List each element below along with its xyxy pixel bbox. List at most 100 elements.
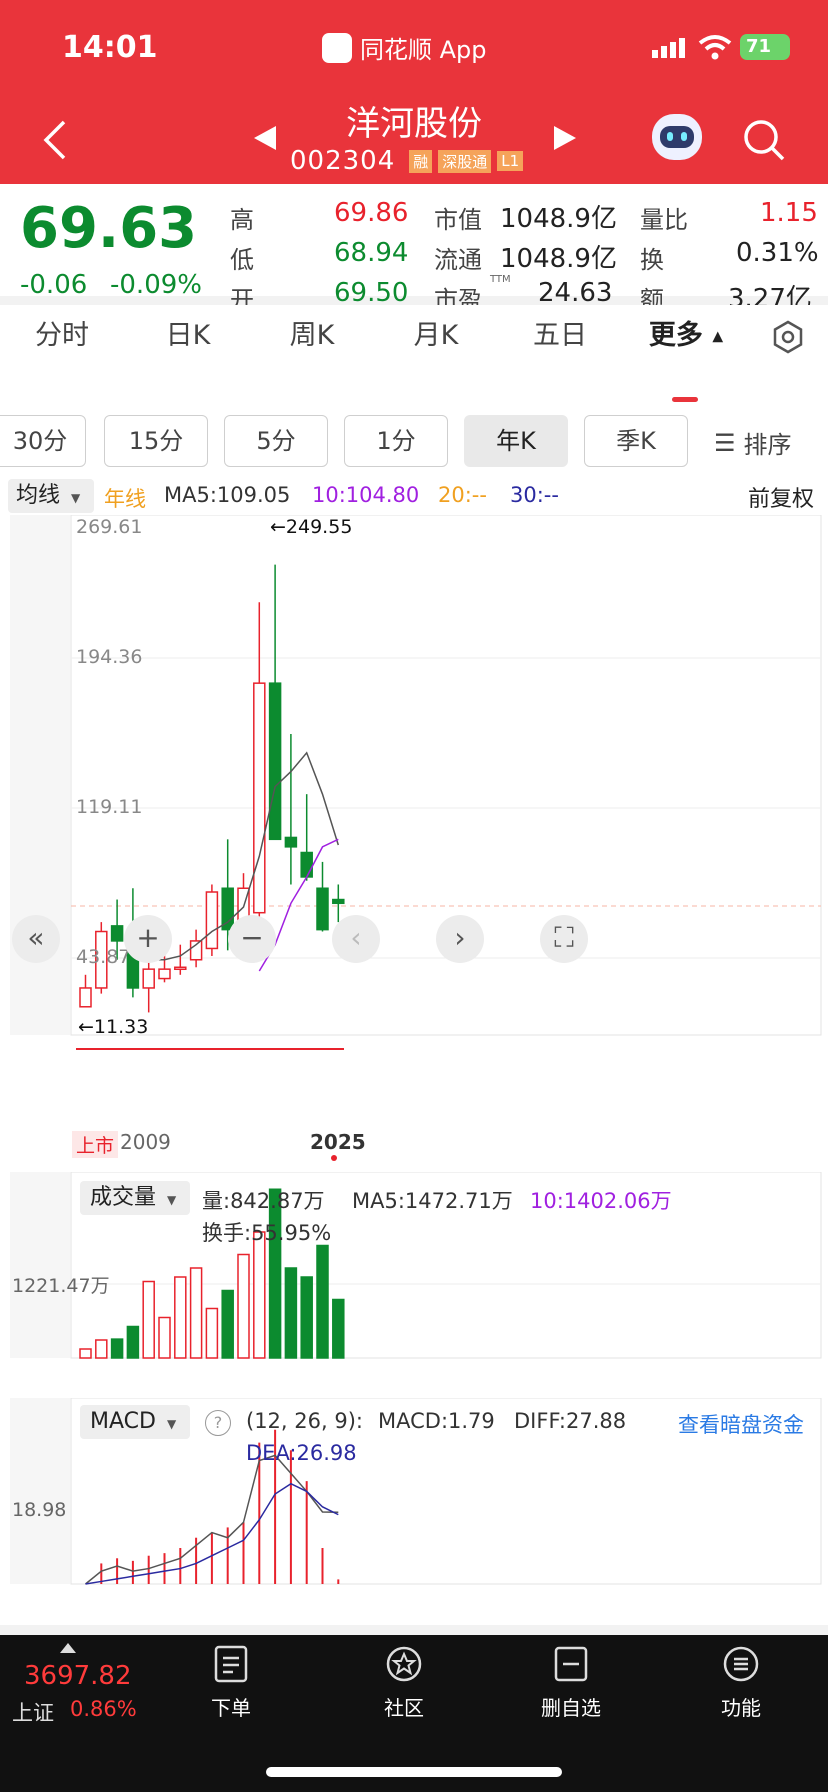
price-change: -0.06	[20, 270, 88, 300]
search-icon[interactable]	[742, 118, 786, 162]
kline-candle-2014	[158, 968, 171, 980]
index-arrow-icon	[60, 1643, 76, 1653]
mcap-value: 1048.9亿	[500, 204, 617, 234]
period-quarterly-k[interactable]: 季K	[584, 415, 688, 467]
indicator-type-label: 均线	[16, 483, 61, 508]
index-pct: 0.86%	[70, 1697, 137, 1721]
kline-y-label-4: 43.87	[76, 946, 130, 968]
tab-monthly-k[interactable]: 月K	[394, 305, 478, 367]
dropdown-icon: ▼	[71, 491, 81, 505]
period-tabs: 分时 日K 周K 月K 五日 更多 ▲ 30分 15分 5分 1分 年K 季K …	[0, 305, 828, 475]
ma10-value: 10:104.80	[312, 483, 420, 507]
kline-chart[interactable]: 269.61 194.36 119.11 43.87 ←249.55 ←11.3…	[0, 515, 828, 1075]
dark-pool-link[interactable]: 查看暗盘资金	[678, 1409, 804, 1439]
period-yearly-k[interactable]: 年K	[464, 415, 568, 467]
volume-type-select[interactable]: 成交量 ▼	[80, 1181, 190, 1215]
indicator-type-select[interactable]: 均线 ▼	[8, 479, 94, 513]
app-badge: 同花顺 App	[322, 30, 487, 65]
nav-functions-label: 功能	[721, 1696, 761, 1720]
volume-bar-2011	[110, 1338, 124, 1359]
tab-daily-k[interactable]: 日K	[146, 305, 230, 367]
next-stock-icon[interactable]	[552, 124, 578, 152]
macd-type-select[interactable]: MACD ▼	[80, 1405, 190, 1439]
low-label: 低	[230, 246, 254, 274]
macd-value: MACD:1.79	[378, 1409, 495, 1433]
active-tab-indicator	[672, 397, 698, 402]
kline-y-label-3: 119.11	[76, 796, 142, 818]
volume-bar-2009	[79, 1348, 92, 1359]
nav-community-label: 社区	[384, 1696, 424, 1720]
macd-params: (12, 26, 9):	[246, 1409, 363, 1433]
x-first-year: 2009	[120, 1130, 171, 1154]
nav-remove-watchlist[interactable]: 删自选	[506, 1645, 636, 1721]
tab-intraday[interactable]: 分时	[20, 305, 104, 367]
kline-y-label-1: 269.61	[76, 516, 142, 538]
kline-candle-2011	[110, 925, 124, 942]
remove-watchlist-icon	[554, 1646, 588, 1682]
volume-bar-2025	[332, 1298, 345, 1359]
scroll-left-button[interactable]: ‹	[332, 915, 380, 963]
period-30min[interactable]: 30分	[0, 415, 86, 467]
period-15min[interactable]: 15分	[104, 415, 208, 467]
sort-label: 排序	[743, 431, 792, 459]
low-value: 68.94	[334, 238, 409, 268]
top-bar: 14:01 同花顺 App 71 洋河股份 002304 融 深股通 L1	[0, 0, 828, 184]
volume-bar-2014	[158, 1316, 171, 1359]
period-1min[interactable]: 1分	[344, 415, 448, 467]
volume-y-label: 1221.47万	[12, 1275, 110, 1297]
scroll-right-button[interactable]: ›	[436, 915, 484, 963]
index-value[interactable]: 3697.82	[24, 1661, 132, 1691]
kline-candle-2009	[79, 987, 92, 1008]
caret-up-icon: ▲	[712, 328, 724, 345]
badge-connect: 深股通	[438, 149, 492, 173]
adjust-mode[interactable]: 前复权	[748, 481, 814, 513]
nav-order[interactable]: 下单	[166, 1645, 296, 1721]
fullscreen-button[interactable]: ⛶	[540, 915, 588, 963]
signal-icon	[652, 38, 685, 58]
open-value: 69.50	[334, 278, 409, 308]
robot-icon[interactable]	[652, 114, 702, 160]
pe-sup: TTM	[490, 274, 511, 285]
dea-value: DEA:26.98	[246, 1441, 357, 1465]
tab-weekly-k[interactable]: 周K	[270, 305, 354, 367]
float-label: 流通	[434, 246, 482, 274]
mcap-label: 市值	[434, 206, 482, 234]
high-value: 69.86	[334, 198, 409, 228]
kline-candle-2024	[316, 887, 329, 931]
list-icon: ☰	[714, 428, 736, 457]
scroll-start-button[interactable]: «	[12, 915, 60, 963]
status-time: 14:01	[62, 30, 158, 65]
kline-max-label: ←249.55	[270, 516, 352, 538]
kline-candle-2025	[332, 898, 345, 905]
volume-value: 量:842.87万	[202, 1189, 325, 1213]
badge-margin: 融	[409, 149, 433, 173]
price-change-pct: -0.09%	[110, 270, 202, 300]
volume-bar-2016	[189, 1267, 203, 1359]
battery-level: 71	[746, 36, 772, 57]
kline-y-label-2: 194.36	[76, 646, 142, 668]
settings-icon[interactable]	[770, 319, 806, 355]
zoom-out-button[interactable]: −	[228, 915, 276, 963]
stock-code: 002304	[290, 146, 396, 176]
macd-type-label: MACD	[90, 1409, 156, 1434]
current-year-dot	[331, 1155, 337, 1161]
nav-community[interactable]: 社区	[339, 1645, 469, 1721]
kline-candle-2017	[205, 891, 219, 950]
tab-five-day[interactable]: 五日	[518, 305, 602, 367]
tab-more[interactable]: 更多 ▲	[642, 305, 730, 367]
kline-candle-2023	[300, 851, 313, 878]
help-icon[interactable]: ?	[205, 1410, 231, 1436]
volume-bar-2022	[284, 1267, 298, 1359]
turnover-label: 换	[640, 246, 664, 274]
community-icon	[386, 1646, 422, 1682]
x-listing-label: 上市	[72, 1131, 119, 1158]
kline-min-label: ←11.33	[78, 1016, 148, 1038]
sort-button[interactable]: ☰ 排序	[714, 425, 792, 460]
zoom-in-button[interactable]: +	[124, 915, 172, 963]
nav-functions[interactable]: 功能	[676, 1645, 806, 1721]
volume-bar-2023	[300, 1276, 313, 1359]
index-name: 上证	[12, 1701, 54, 1725]
ma5-value: MA5:109.05	[164, 483, 291, 507]
period-5min[interactable]: 5分	[224, 415, 328, 467]
quote-panel: 69.63 -0.06 -0.09% 高 69.86 低 68.94 开 69.…	[0, 184, 828, 314]
